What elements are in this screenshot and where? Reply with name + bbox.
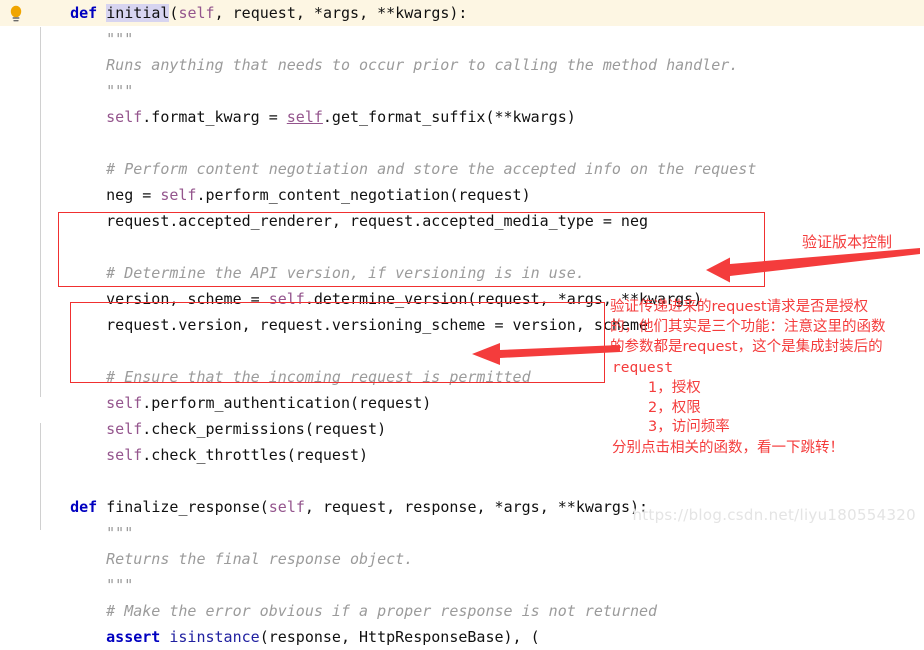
code-line[interactable]: assert isinstance(response, HttpResponse… (106, 624, 540, 650)
code-token: def (70, 4, 107, 22)
code-line[interactable]: # Perform content negotiation and store … (106, 156, 756, 182)
code-line[interactable]: Returns the final response object. (106, 546, 413, 572)
code-line[interactable] (106, 234, 115, 260)
code-token: Runs anything that needs to occur prior … (106, 56, 739, 74)
code-token: version, scheme = (106, 290, 269, 308)
code-token: self (106, 108, 143, 126)
code-line[interactable]: # Make the error obvious if a proper res… (106, 598, 657, 624)
code-token: self (286, 108, 323, 126)
code-token: .check_throttles(request) (142, 446, 369, 464)
indent-guide-line (40, 27, 41, 397)
annotation-auth-footer: 分别点击相关的函数，看一下跳转！ (612, 440, 844, 456)
code-line[interactable]: request.accepted_renderer, request.accep… (106, 208, 648, 234)
code-token: self (106, 446, 143, 464)
code-line[interactable]: request.version, request.versioning_sche… (106, 312, 648, 338)
code-token: request.accepted_renderer, request.accep… (106, 212, 649, 230)
code-line[interactable]: self.check_permissions(request) (106, 416, 386, 442)
watermark: https://blog.csdn.net/liyu180554320 (632, 506, 916, 524)
code-token: self (106, 420, 143, 438)
code-token: .check_permissions(request) (142, 420, 387, 438)
code-token: self (268, 290, 305, 308)
code-token: def (70, 498, 107, 516)
annotation-auth-item-2: 2，权限 (648, 400, 701, 416)
code-token: finalize_response (106, 498, 260, 516)
code-line[interactable]: Runs anything that needs to occur prior … (106, 52, 738, 78)
code-token: Returns the final response object. (106, 550, 414, 568)
code-token: .perform_content_negotiation(request) (196, 186, 531, 204)
code-token: self (106, 394, 143, 412)
code-line[interactable]: """ (106, 26, 133, 52)
annotation-version-control: 验证版本控制 (802, 233, 893, 251)
code-line[interactable] (106, 130, 115, 156)
code-line[interactable]: # Determine the API version, if versioni… (106, 260, 585, 286)
code-line[interactable]: def finalize_response(self, request, res… (70, 494, 648, 520)
code-token: isinstance (169, 628, 260, 646)
code-token: """ (106, 524, 134, 542)
code-token: # Ensure that the incoming request is pe… (106, 368, 531, 386)
code-token: .format_kwarg = (142, 108, 287, 126)
code-line[interactable]: def initial(self, request, *args, **kwar… (70, 0, 467, 26)
code-token: """ (106, 82, 134, 100)
code-line[interactable] (106, 468, 115, 494)
code-token: , request, *args, **kwargs): (214, 4, 468, 22)
indent-guide-line (40, 423, 41, 530)
annotation-auth-line-4: request (612, 360, 674, 376)
code-token: """ (106, 576, 134, 594)
version-arrow-icon (706, 248, 920, 283)
code-token: request.version, request.versioning_sche… (106, 316, 649, 334)
code-line[interactable]: """ (106, 78, 133, 104)
code-line[interactable]: """ (106, 520, 133, 546)
code-line[interactable]: neg = self.perform_content_negotiation(r… (106, 182, 530, 208)
code-line[interactable]: self.check_throttles(request) (106, 442, 368, 468)
code-token: ( (259, 498, 269, 516)
code-token: .get_format_suffix(**kwargs) (322, 108, 576, 126)
annotation-auth-line-3: 的参数都是request，这个是集成封装后的 (610, 339, 883, 355)
annotation-auth-line-2: 的，他们其实是三个功能：注意这里的函数 (610, 319, 886, 335)
code-token: assert (106, 628, 170, 646)
code-token: # Make the error obvious if a proper res… (106, 602, 658, 620)
code-token: , request, response, *args, **kwargs): (304, 498, 649, 516)
code-token: (response, HttpResponseBase), ( (259, 628, 540, 646)
annotation-auth-item-1: 1，授权 (648, 380, 701, 396)
annotation-auth-item-3: 3，访问频率 (648, 419, 730, 435)
code-token: """ (106, 30, 134, 48)
code-token: initial (106, 4, 170, 22)
code-token: .perform_authentication(request) (142, 394, 432, 412)
annotation-auth-line-1: 验证传递进来的request请求是否是授权 (610, 299, 869, 315)
code-token: self (268, 498, 305, 516)
code-line[interactable]: """ (106, 572, 133, 598)
permission-arrow-icon (472, 343, 620, 365)
code-token: neg = (106, 186, 161, 204)
code-line[interactable]: # Ensure that the incoming request is pe… (106, 364, 530, 390)
code-line[interactable]: self.perform_authentication(request) (106, 390, 431, 416)
code-token: # Perform content negotiation and store … (106, 160, 757, 178)
code-token: self (160, 186, 197, 204)
code-token: # Determine the API version, if versioni… (106, 264, 585, 282)
code-editor[interactable]: def initial(self, request, *args, **kwar… (0, 0, 924, 646)
code-line[interactable]: self.format_kwarg = self.get_format_suff… (106, 104, 576, 130)
code-token: self (178, 4, 215, 22)
lightbulb-icon[interactable] (6, 3, 26, 25)
code-line[interactable] (106, 338, 115, 364)
